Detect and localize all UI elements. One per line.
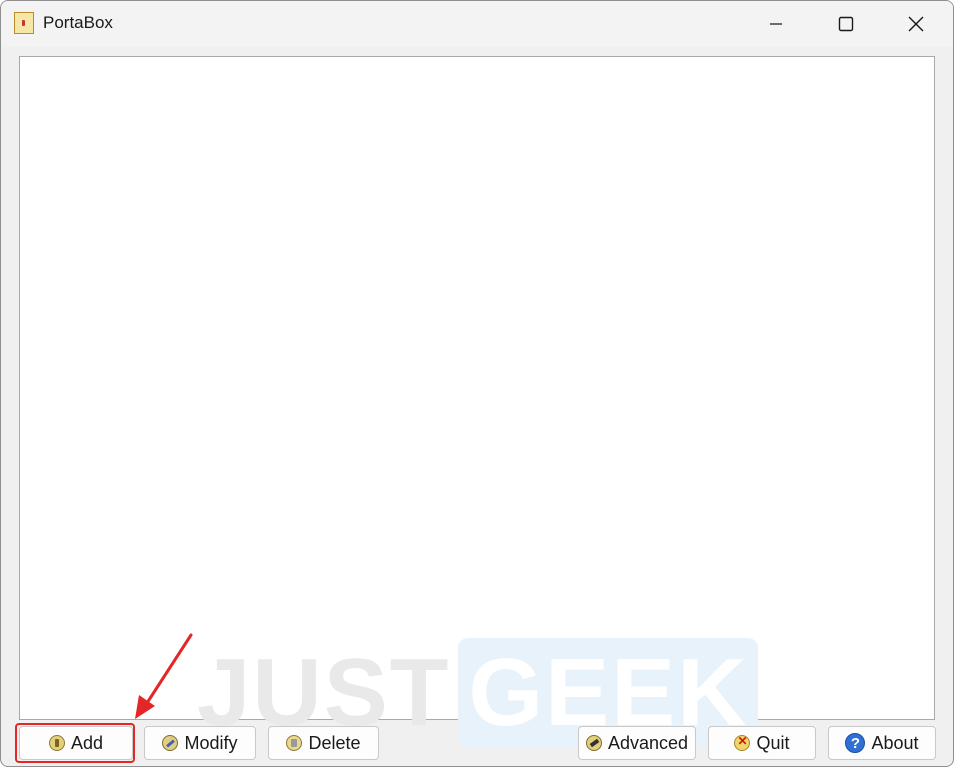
close-icon (908, 16, 924, 32)
delete-button-label: Delete (308, 732, 361, 753)
add-button-label: Add (70, 732, 104, 753)
modify-button-label: Modify (184, 732, 238, 753)
delete-icon (286, 735, 303, 751)
window-title: PortaBox (43, 13, 113, 32)
about-button-label: About (871, 732, 919, 753)
applications-list[interactable] (19, 56, 935, 720)
about-button[interactable]: ? About (828, 726, 936, 760)
modify-icon (162, 735, 179, 751)
maximize-button[interactable] (811, 1, 881, 47)
modify-button[interactable]: Modify (144, 726, 256, 760)
portabox-window: PortaBox JUST GEEK Add Modify Delete Adv… (0, 0, 954, 767)
minimize-button[interactable] (741, 1, 811, 47)
help-icon: ? (845, 733, 866, 753)
add-icon (48, 735, 65, 751)
add-button[interactable]: Add (19, 726, 133, 760)
advanced-button[interactable]: Advanced (578, 726, 696, 760)
quit-button-label: Quit (756, 732, 790, 753)
minimize-icon (770, 23, 782, 25)
advanced-button-label: Advanced (607, 732, 689, 753)
title-bar[interactable]: PortaBox (1, 1, 953, 47)
advanced-icon (585, 735, 602, 751)
delete-button[interactable]: Delete (268, 726, 379, 760)
quit-icon (734, 734, 751, 751)
close-button[interactable] (881, 1, 951, 47)
portabox-app-icon (14, 12, 34, 34)
quit-button[interactable]: Quit (708, 726, 816, 760)
maximize-icon (838, 16, 854, 32)
